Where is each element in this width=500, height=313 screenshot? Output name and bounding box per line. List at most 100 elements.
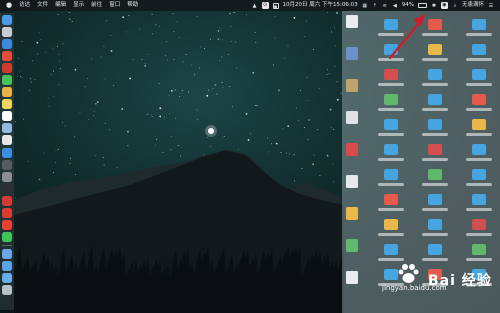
star (270, 143, 272, 145)
desktop-file-icon[interactable] (428, 219, 442, 230)
wechat-icon[interactable] (2, 231, 12, 242)
activity-icon[interactable] (2, 159, 12, 170)
chrome-icon[interactable] (2, 51, 12, 62)
star (128, 15, 130, 16)
desktop-file-icon[interactable] (428, 194, 442, 205)
downloads-icon[interactable] (2, 273, 12, 284)
battery-icon[interactable] (417, 3, 427, 8)
battery-percent[interactable]: 94% (402, 0, 414, 11)
menubar-date-time[interactable]: 10月20日 周六 下午15:06:03 (283, 0, 358, 11)
cloud-icon[interactable] (2, 248, 12, 259)
menu-help[interactable]: 帮助 (127, 0, 138, 11)
desktop-document-icon[interactable] (346, 15, 358, 28)
star (147, 53, 149, 55)
desktop-document-icon[interactable] (346, 79, 358, 92)
desktop-file-icon[interactable] (428, 119, 442, 130)
desktop-file-icon[interactable] (428, 169, 442, 180)
trash-icon[interactable] (2, 285, 12, 296)
notes-icon[interactable] (2, 99, 12, 110)
desktop-file-icon[interactable] (472, 119, 486, 130)
desktop-file-icon[interactable] (384, 144, 398, 155)
star (326, 154, 329, 157)
desktop-file-icon[interactable] (428, 44, 442, 55)
desktop-document-icon[interactable] (346, 207, 358, 220)
menu-edit[interactable]: 编辑 (55, 0, 66, 11)
star (280, 152, 282, 153)
weibo-icon[interactable] (2, 207, 12, 218)
desktop-file-icon[interactable] (428, 94, 442, 105)
red-app-icon[interactable] (2, 63, 12, 74)
desktop-document-icon[interactable] (346, 271, 358, 284)
desktop-file-icon[interactable] (428, 19, 442, 30)
user-name[interactable]: 无患满怀 (462, 0, 484, 11)
photos-icon[interactable] (2, 87, 12, 98)
menu-view[interactable]: 显示 (73, 0, 84, 11)
safari-icon[interactable] (2, 39, 12, 50)
menu-go[interactable]: 前往 (91, 0, 102, 11)
menu-file[interactable]: 文件 (37, 0, 48, 11)
desktop-document-icon[interactable] (346, 47, 358, 60)
bluetooth-icon[interactable]: ✱ (431, 3, 437, 9)
desktop-file-icon[interactable] (472, 219, 486, 230)
desktop-file-icon[interactable] (384, 219, 398, 230)
folder-icon[interactable] (2, 260, 12, 271)
star (312, 163, 314, 166)
menu-window[interactable]: 窗口 (109, 0, 120, 11)
star (52, 172, 54, 174)
screen-app-icon[interactable]: ▪ (272, 2, 279, 10)
desktop-file-icon[interactable] (472, 19, 486, 30)
desktop-file-icon[interactable] (384, 169, 398, 180)
system-prefs-icon[interactable] (2, 171, 12, 182)
star (232, 106, 233, 108)
apple-menu-icon[interactable]: ● (6, 0, 12, 11)
grid-icon[interactable]: ▦ (362, 3, 368, 9)
star (94, 102, 97, 105)
desktop-file-icon[interactable] (472, 69, 486, 80)
volume-icon[interactable]: ◀ (392, 3, 398, 9)
finder-icon[interactable] (2, 15, 12, 25)
desktop-file-icon[interactable] (472, 44, 486, 55)
desktop-file-icon[interactable] (384, 194, 398, 205)
star (59, 67, 61, 69)
desktop-file-icon[interactable] (472, 244, 486, 255)
calendar-icon[interactable] (2, 111, 12, 122)
baidu-jingyan-watermark: Bai 经验 jingyan.baidu.com (382, 258, 496, 300)
terminal-icon[interactable] (2, 183, 12, 194)
star (58, 84, 60, 86)
textedit-icon[interactable] (2, 135, 12, 146)
desktop-file-icon[interactable] (472, 94, 486, 105)
desktop-document-icon[interactable] (346, 111, 358, 124)
launchpad-icon[interactable] (2, 27, 12, 38)
search-icon[interactable]: ⌕ (452, 3, 458, 9)
desktop-file-icon[interactable] (428, 244, 442, 255)
upload-icon[interactable]: ⇡ (372, 3, 378, 9)
desktop-file-icon[interactable] (384, 69, 398, 80)
star (174, 89, 176, 91)
desktop-file-icon[interactable] (384, 19, 398, 30)
desktop-file-icon[interactable] (472, 169, 486, 180)
star (57, 13, 59, 15)
yandex-icon[interactable] (2, 219, 12, 230)
messages-icon[interactable] (2, 75, 12, 86)
desktop-document-icon[interactable] (346, 143, 358, 156)
appstore-icon[interactable] (2, 147, 12, 158)
desktop-file-icon[interactable] (472, 144, 486, 155)
status-app-icon[interactable]: ▲ (252, 3, 258, 9)
desktop-file-icon[interactable] (428, 69, 442, 80)
desktop-file-icon[interactable] (384, 244, 398, 255)
desktop-file-icon[interactable] (384, 94, 398, 105)
desktop-file-icon[interactable] (384, 119, 398, 130)
desktop-document-icon[interactable] (346, 175, 358, 188)
wifi-icon[interactable]: ≋ (382, 3, 388, 9)
desktop-file-icon[interactable] (384, 44, 398, 55)
menu-finder[interactable]: 访达 (19, 0, 30, 11)
clock-app-icon[interactable]: ⊙ (261, 2, 269, 9)
preview-icon[interactable] (2, 123, 12, 134)
notification-center-icon[interactable]: ☰ (488, 3, 494, 9)
desktop-file-icon[interactable] (472, 194, 486, 205)
target-app-icon[interactable]: ◉ (440, 2, 448, 9)
netease-music-icon[interactable] (2, 195, 12, 206)
star (110, 50, 113, 52)
desktop-file-icon[interactable] (428, 144, 442, 155)
desktop-document-icon[interactable] (346, 239, 358, 252)
